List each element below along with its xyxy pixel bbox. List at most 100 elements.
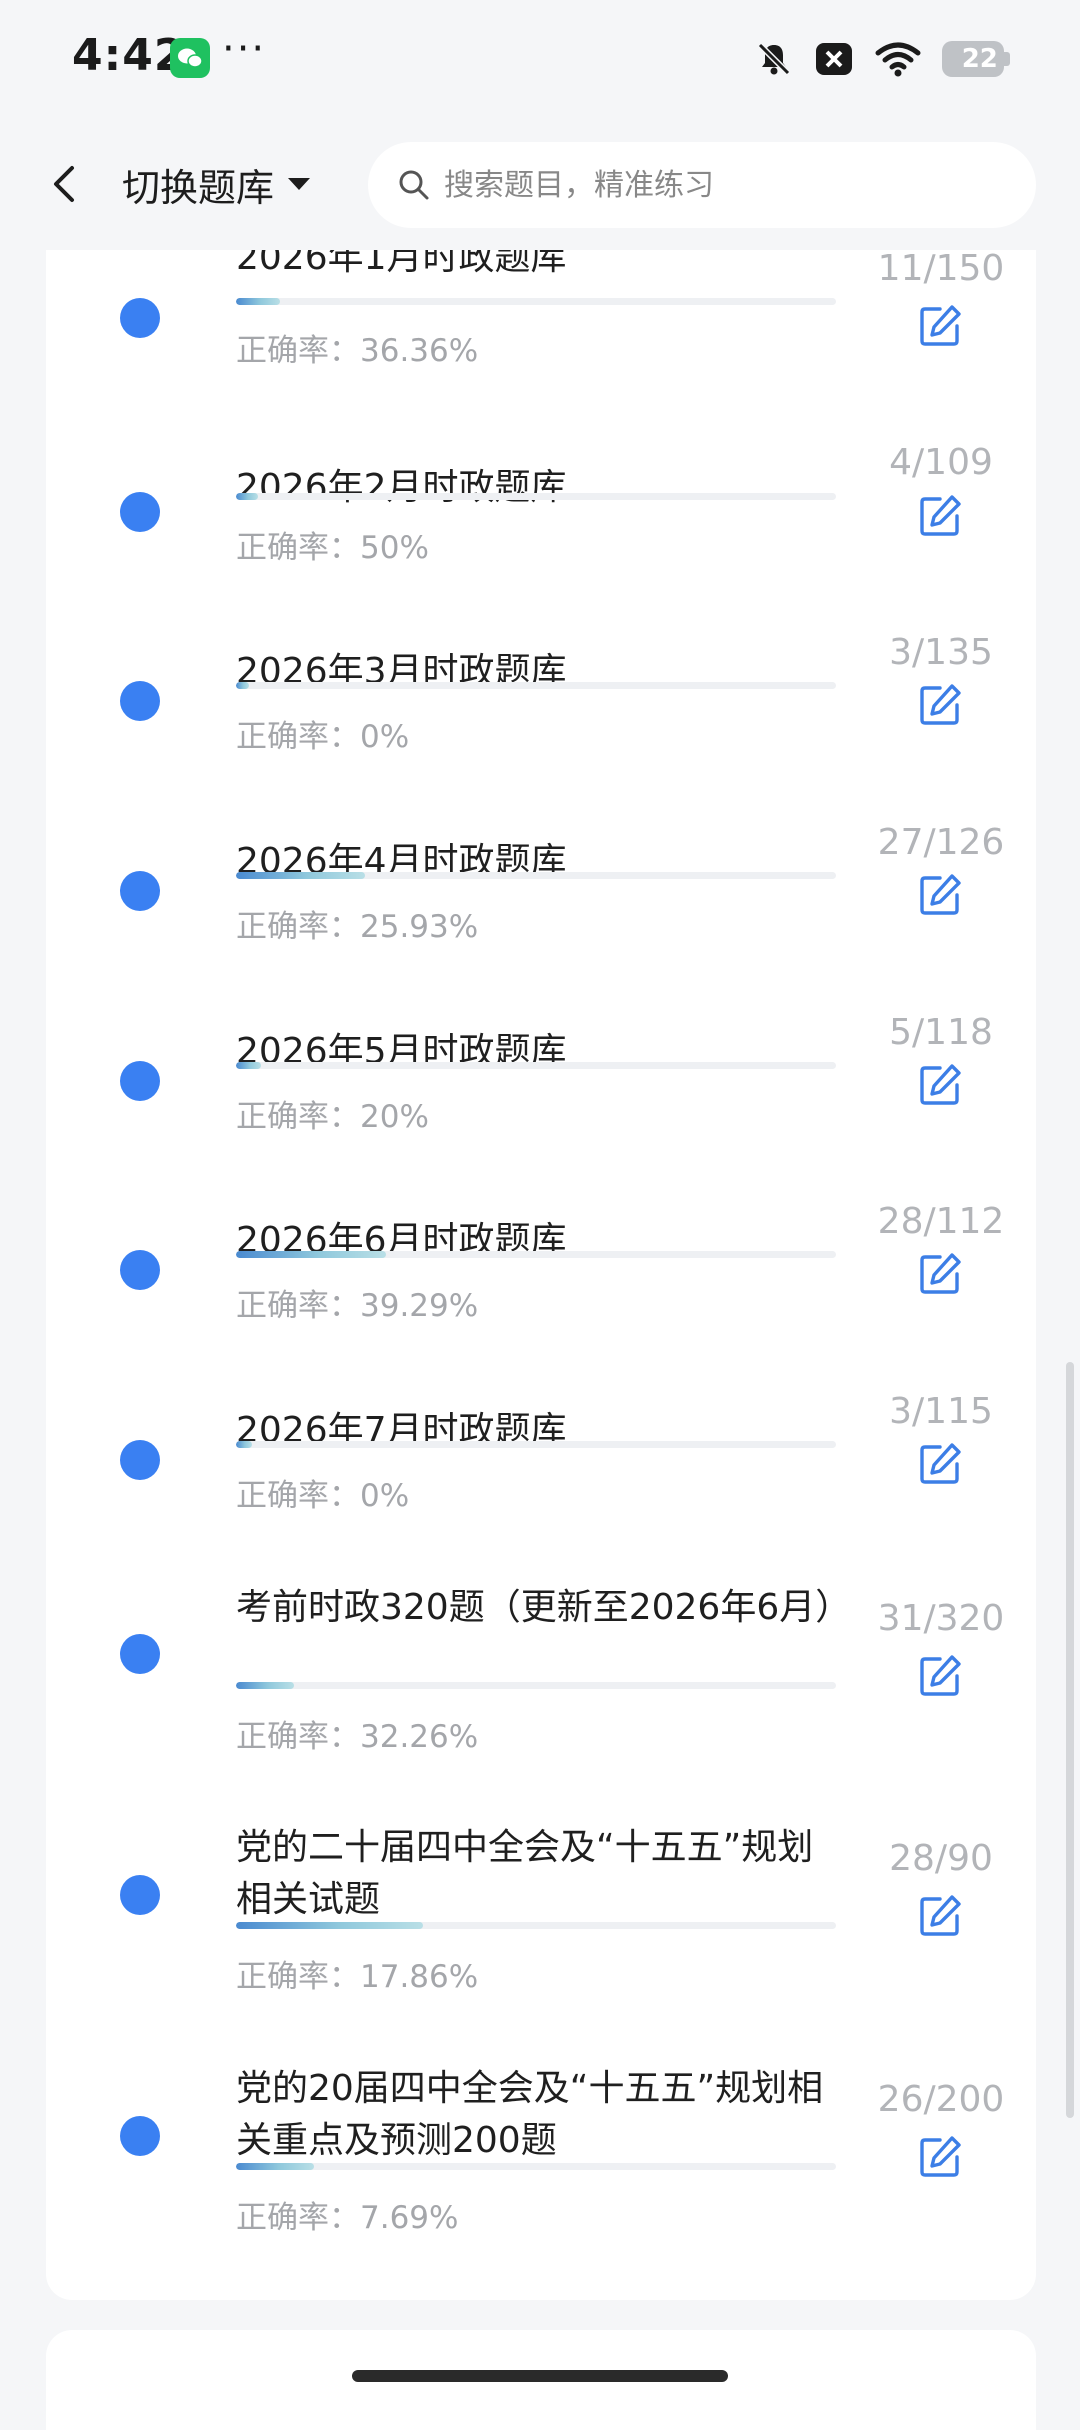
status-dot [120, 1061, 160, 1101]
bank-title: 2026年4月时政题库 [236, 841, 567, 882]
practice-edit-button[interactable] [916, 1892, 964, 1940]
battery-level: 22 [942, 41, 1004, 77]
accuracy-text: 正确率：36.36% [236, 333, 479, 369]
edit-icon [920, 1655, 961, 1696]
progress-bar [236, 872, 836, 879]
accuracy-text: 正确率：20% [236, 1099, 429, 1135]
progress-bar [236, 682, 836, 689]
bank-title: 2026年5月时政题库 [236, 1031, 567, 1072]
accuracy-text: 正确率：32.26% [236, 1719, 479, 1755]
progress-bar [236, 1441, 836, 1448]
progress-bar [236, 1682, 836, 1689]
practice-edit-button[interactable] [916, 492, 964, 540]
battery-icon: 22 [942, 41, 1010, 77]
switch-bank-dropdown[interactable]: 切换题库 [122, 158, 312, 210]
status-dot [120, 681, 160, 721]
progress-fill [236, 493, 259, 500]
progress-bar [236, 1922, 836, 1929]
progress-count: 4/109 [889, 442, 993, 483]
bank-title: 党的二十届四中全会及“十五五”规划相关试题 [236, 1827, 814, 1920]
edit-icon [920, 1443, 961, 1484]
progress-fill [236, 298, 280, 305]
switch-bank-label: 切换题库 [122, 165, 275, 210]
wifi-icon [874, 39, 922, 79]
bank-title: 2026年6月时政题库 [236, 1220, 567, 1261]
progress-count: 28/112 [877, 1201, 1005, 1242]
progress-fill [236, 1682, 295, 1689]
progress-bar [236, 493, 836, 500]
accuracy-text: 正确率：0% [236, 719, 410, 755]
progress-count: 26/200 [877, 2079, 1005, 2120]
battery-tip [1004, 52, 1010, 66]
edit-icon [920, 1064, 961, 1105]
practice-edit-button[interactable] [916, 871, 964, 919]
practice-edit-button[interactable] [916, 2133, 964, 2181]
practice-edit-button[interactable] [916, 1061, 964, 1109]
progress-count: 11/150 [877, 248, 1005, 289]
progress-fill [236, 1922, 423, 1929]
more-notifications-icon: ··· [222, 26, 267, 72]
status-dot [120, 2116, 160, 2156]
progress-fill [236, 872, 365, 879]
progress-bar [236, 2163, 836, 2170]
practice-edit-button[interactable] [916, 1440, 964, 1488]
chevron-left-icon [54, 166, 74, 202]
edit-icon [920, 684, 961, 725]
top-header: 切换题库 [0, 118, 1080, 250]
practice-edit-button[interactable] [916, 302, 964, 350]
bank-title: 2026年7月时政题库 [236, 1410, 567, 1451]
practice-edit-button[interactable] [916, 1652, 964, 1700]
bank-title: 2026年2月时政题库 [236, 467, 567, 508]
accuracy-text: 正确率：50% [236, 530, 429, 566]
practice-edit-button[interactable] [916, 681, 964, 729]
practice-edit-button[interactable] [916, 1250, 964, 1298]
progress-bar [236, 1251, 836, 1258]
status-dot [120, 1634, 160, 1674]
progress-count: 28/90 [889, 1838, 993, 1879]
wechat-notification-icon [170, 38, 210, 78]
accuracy-text: 正确率：17.86% [236, 1959, 479, 1995]
bank-title: 党的20届四中全会及“十五五”规划相关重点及预测200题 [236, 2068, 824, 2161]
bank-title: 2026年3月时政题库 [236, 651, 567, 692]
bell-muted-icon [754, 39, 794, 79]
progress-count: 3/135 [889, 632, 993, 673]
back-button[interactable] [40, 158, 92, 210]
accuracy-text: 正确率：7.69% [236, 2200, 459, 2236]
edit-icon [920, 1253, 961, 1294]
status-dot [120, 871, 160, 911]
status-dot [120, 298, 160, 338]
no-sim-icon [814, 39, 854, 79]
bank-title: 考前时政320题（更新至2026年6月） [236, 1587, 852, 1628]
progress-count: 27/126 [877, 822, 1005, 863]
progress-fill [236, 1251, 386, 1258]
status-dot [120, 1875, 160, 1915]
progress-count: 5/118 [889, 1012, 993, 1053]
accuracy-text: 正确率：25.93% [236, 909, 479, 945]
edit-icon [920, 2136, 961, 2177]
progress-bar [236, 1062, 836, 1069]
edit-icon [920, 874, 961, 915]
status-dot [120, 1250, 160, 1290]
progress-fill [236, 682, 250, 689]
status-time: 4:42 [72, 30, 186, 81]
status-icons: 22 [754, 36, 1010, 82]
progress-fill [236, 1062, 262, 1069]
search-input[interactable] [442, 166, 966, 204]
battery-percent: 22 [961, 44, 998, 74]
status-dot [120, 1440, 160, 1480]
status-dot [120, 492, 160, 532]
edit-icon [920, 305, 961, 346]
progress-count: 31/320 [877, 1598, 1005, 1639]
home-indicator[interactable] [352, 2370, 728, 2382]
edit-icon [920, 495, 961, 536]
status-bar: 4:42 ··· 22 [0, 0, 1080, 118]
scrollbar[interactable] [1066, 1362, 1074, 2118]
search-box[interactable] [368, 142, 1036, 228]
progress-fill [236, 1441, 252, 1448]
progress-bar [236, 298, 836, 305]
edit-icon [920, 1895, 961, 1936]
search-icon [399, 170, 429, 200]
caret-down-icon [288, 178, 311, 190]
accuracy-text: 正确率：39.29% [236, 1288, 479, 1324]
accuracy-text: 正确率：0% [236, 1478, 410, 1514]
